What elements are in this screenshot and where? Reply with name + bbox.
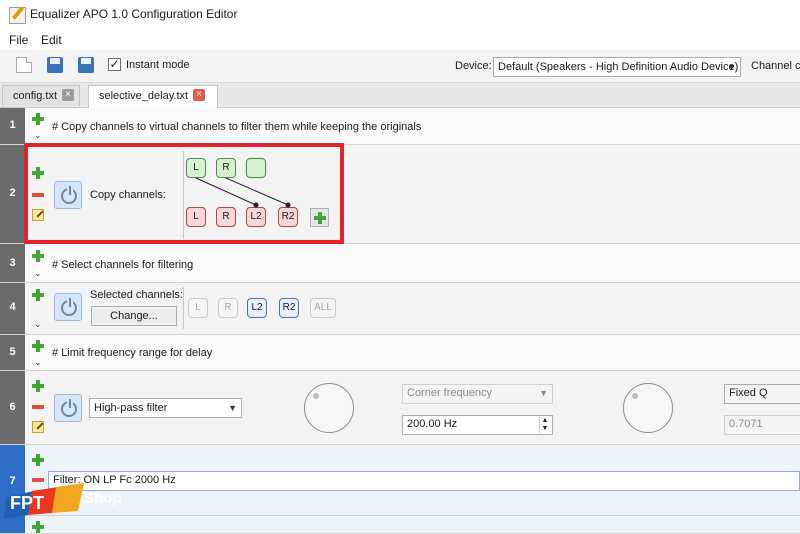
channel-l2-toggle[interactable]: L2: [247, 298, 267, 318]
q-value-input[interactable]: 0.7071: [724, 415, 800, 435]
plus-icon[interactable]: [32, 113, 44, 125]
instant-mode-label: Instant mode: [126, 59, 190, 71]
row-number: 4: [0, 283, 25, 334]
plus-icon[interactable]: [32, 289, 44, 301]
channel-r2-toggle[interactable]: R2: [279, 298, 299, 318]
corner-frequency-input[interactable]: 200.00 Hz ▲ ▼: [402, 415, 553, 435]
change-button[interactable]: Change...: [91, 306, 177, 326]
shop-logo-text: Shop: [84, 490, 122, 507]
divider: [25, 515, 800, 516]
selected-channels-label: Selected channels:: [90, 289, 183, 301]
corner-frequency-label: Corner frequency: [407, 387, 492, 399]
spinner-icon[interactable]: ▲ ▼: [539, 417, 550, 433]
plus-icon[interactable]: [32, 250, 44, 262]
dropdown-arrow-icon: ▼: [727, 62, 736, 72]
comment-text[interactable]: # Copy channels to virtual channels to f…: [52, 121, 421, 133]
save-icon[interactable]: [47, 57, 63, 73]
device-label: Device:: [455, 60, 492, 72]
menu-bar: File Edit: [0, 30, 800, 50]
plus-icon[interactable]: [32, 454, 44, 466]
filter-row-5: 5 ⌄ # Limit frequency range for delay: [0, 335, 800, 371]
tab-label: config.txt: [13, 90, 58, 102]
chevron-down-icon[interactable]: ⌄: [34, 320, 42, 329]
filter-row-6: 6 High-pass filter ▼ Corner frequency ▼ …: [0, 371, 800, 445]
app-icon: [9, 7, 26, 24]
menu-edit[interactable]: Edit: [41, 33, 62, 47]
new-file-icon[interactable]: [16, 57, 32, 73]
tab-label: selective_delay.txt: [99, 90, 189, 102]
instant-mode-checkbox[interactable]: ✓: [108, 58, 121, 71]
filter-row-4: 4 ⌄ Selected channels: Change... L R L2 …: [0, 283, 800, 335]
dropdown-arrow-icon: ▼: [539, 388, 548, 398]
plus-icon[interactable]: [32, 340, 44, 352]
row-number: 2: [0, 145, 25, 243]
device-select-value: Default (Speakers - High Definition Audi…: [498, 61, 739, 73]
power-icon[interactable]: [54, 293, 82, 321]
device-select[interactable]: Default (Speakers - High Definition Audi…: [493, 57, 741, 77]
chevron-down-icon[interactable]: ⌄: [34, 358, 42, 367]
row-number: 3: [0, 244, 25, 282]
window-title: Equalizer APO 1.0 Configuration Editor: [30, 7, 238, 21]
filter-row-3: 3 ⌄ # Select channels for filtering: [0, 244, 800, 283]
chevron-down-icon[interactable]: ⌄: [34, 269, 42, 278]
row-number: 5: [0, 335, 25, 370]
menu-file[interactable]: File: [9, 33, 28, 47]
plus-icon[interactable]: [32, 380, 44, 392]
title-bar: Equalizer APO 1.0 Configuration Editor: [0, 0, 800, 30]
close-icon[interactable]: ×: [62, 89, 74, 101]
fpt-shop-logo: FPT Shop: [4, 483, 122, 519]
close-icon[interactable]: ×: [193, 89, 205, 101]
frequency-knob[interactable]: [304, 383, 354, 433]
channel-config-label: Channel co: [751, 60, 800, 72]
tab-strip: config.txt × selective_delay.txt ×: [0, 83, 800, 108]
corner-frequency-select[interactable]: Corner frequency ▼: [402, 384, 553, 404]
corner-frequency-value: 200.00 Hz: [407, 418, 458, 430]
comment-text[interactable]: # Limit frequency range for delay: [52, 347, 212, 359]
highlight-box: [24, 143, 344, 244]
comment-text[interactable]: # Select channels for filtering: [52, 259, 193, 271]
power-icon[interactable]: [54, 394, 82, 422]
save-as-icon[interactable]: [78, 57, 94, 73]
dropdown-arrow-icon: ▼: [228, 403, 237, 413]
filter-command-input[interactable]: Filter: ON LP Fc 2000 Hz: [48, 471, 800, 491]
row-number: 6: [0, 371, 25, 444]
channel-r-toggle[interactable]: R: [218, 298, 238, 318]
pencil-icon[interactable]: [32, 421, 44, 433]
channel-all-toggle[interactable]: ALL: [310, 298, 336, 318]
q-type-select[interactable]: Fixed Q: [724, 384, 800, 404]
channel-l-toggle[interactable]: L: [188, 298, 208, 318]
divider: [183, 287, 184, 329]
chevron-down-icon[interactable]: ⌄: [34, 131, 42, 140]
filter-type-select[interactable]: High-pass filter ▼: [89, 398, 242, 418]
filter-type-value: High-pass filter: [94, 402, 168, 414]
row-number: 1: [0, 108, 25, 144]
fpt-logo-text: FPT: [10, 493, 44, 513]
minus-icon[interactable]: [32, 405, 44, 409]
q-knob[interactable]: [623, 383, 673, 433]
filter-row-1: 1 ⌄ # Copy channels to virtual channels …: [0, 108, 800, 145]
